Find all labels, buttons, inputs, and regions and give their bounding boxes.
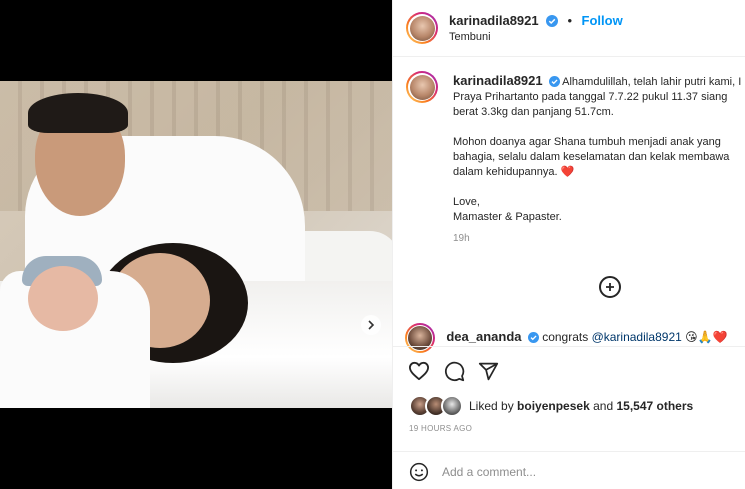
emoji-icon <box>409 462 429 482</box>
caption-heart-emoji: ❤️ <box>560 166 575 178</box>
caption-time[interactable]: 19h <box>453 231 745 246</box>
add-comment-bar: Add a comment... <box>393 451 745 489</box>
post-timestamp[interactable]: 19 HOURS AGO <box>409 424 472 433</box>
likes-summary: Liked by boiyenpesek and 15,547 others <box>409 395 693 417</box>
commenter-username[interactable]: dea_ananda <box>446 329 521 344</box>
next-arrow-icon <box>368 320 375 330</box>
comment-mention[interactable]: @karinadila8921 <box>592 330 682 344</box>
comment-icon <box>444 361 464 381</box>
likes-user[interactable]: boiyenpesek <box>517 399 590 413</box>
likes-text[interactable]: Liked by boiyenpesek and 15,547 others <box>469 399 693 413</box>
caption-para2-line-1: Mohon doanya agar Shana tumbuh menjadi a… <box>453 136 721 148</box>
load-more-comments-button[interactable] <box>599 276 621 298</box>
post-actions: Liked by boiyenpesek and 15,547 others 1… <box>393 346 745 489</box>
post-caption: karinadila8921 Alhamdulillah, telah lahi… <box>453 73 745 246</box>
post-media-pane <box>0 0 392 489</box>
post-photo[interactable] <box>0 81 392 408</box>
caption-sign-line-1: Love, <box>453 196 480 208</box>
verified-badge-icon <box>527 332 539 344</box>
caption-line-1: Alhamdulillah, telah lahir putri kami, I <box>562 76 742 88</box>
photo-baby-face <box>28 266 98 331</box>
plus-circle-icon <box>606 283 614 291</box>
author-username[interactable]: karinadila8921 <box>449 13 539 28</box>
likes-count[interactable]: 15,547 others <box>616 399 693 413</box>
share-icon <box>478 362 498 380</box>
comment-text: congrats <box>542 330 589 345</box>
caption-line-3: berat 3.3kg dan panjang 51.7cm. <box>453 106 614 118</box>
caption-username[interactable]: karinadila8921 <box>453 73 543 88</box>
verified-badge-icon <box>546 15 559 27</box>
header-separator: • <box>567 13 573 28</box>
add-comment-input[interactable]: Add a comment... <box>442 465 536 479</box>
caption-line-2: Praya Prihartanto pada tanggal 7.7.22 pu… <box>453 91 728 103</box>
next-slide-button[interactable] <box>361 315 381 335</box>
liker-avatar <box>441 395 463 417</box>
heart-icon <box>408 361 429 381</box>
likes-prefix: Liked by <box>469 399 514 413</box>
post-side-panel: karinadila8921 • Follow Tembuni karinadi… <box>392 0 745 489</box>
likes-middle: and <box>593 399 614 413</box>
photo-man-hair <box>28 93 128 133</box>
like-button[interactable] <box>407 359 431 383</box>
caption-para2-line-2: bahagia, selalu dalam keselamatan dan ke… <box>453 151 730 163</box>
follow-button[interactable]: Follow <box>582 13 623 28</box>
header-user-row: karinadila8921 • Follow <box>449 12 623 30</box>
comment-button[interactable] <box>442 359 466 383</box>
share-button[interactable] <box>476 359 500 383</box>
verified-badge-icon <box>548 76 560 87</box>
emoji-button[interactable] <box>407 460 431 484</box>
caption-sign-line-2: Mamaster & Papaster. <box>453 211 562 223</box>
comments-section: karinadila8921 Alhamdulillah, telah lahi… <box>393 57 745 353</box>
comment-emojis: 😘🙏❤️ <box>685 330 728 345</box>
post-location[interactable]: Tembuni <box>449 31 491 43</box>
caption-author-avatar[interactable] <box>406 71 438 103</box>
author-avatar[interactable] <box>406 12 438 44</box>
caption-para2-line-3: dalam kehidupannya. <box>453 166 558 178</box>
post-header: karinadila8921 • Follow Tembuni <box>393 0 745 57</box>
